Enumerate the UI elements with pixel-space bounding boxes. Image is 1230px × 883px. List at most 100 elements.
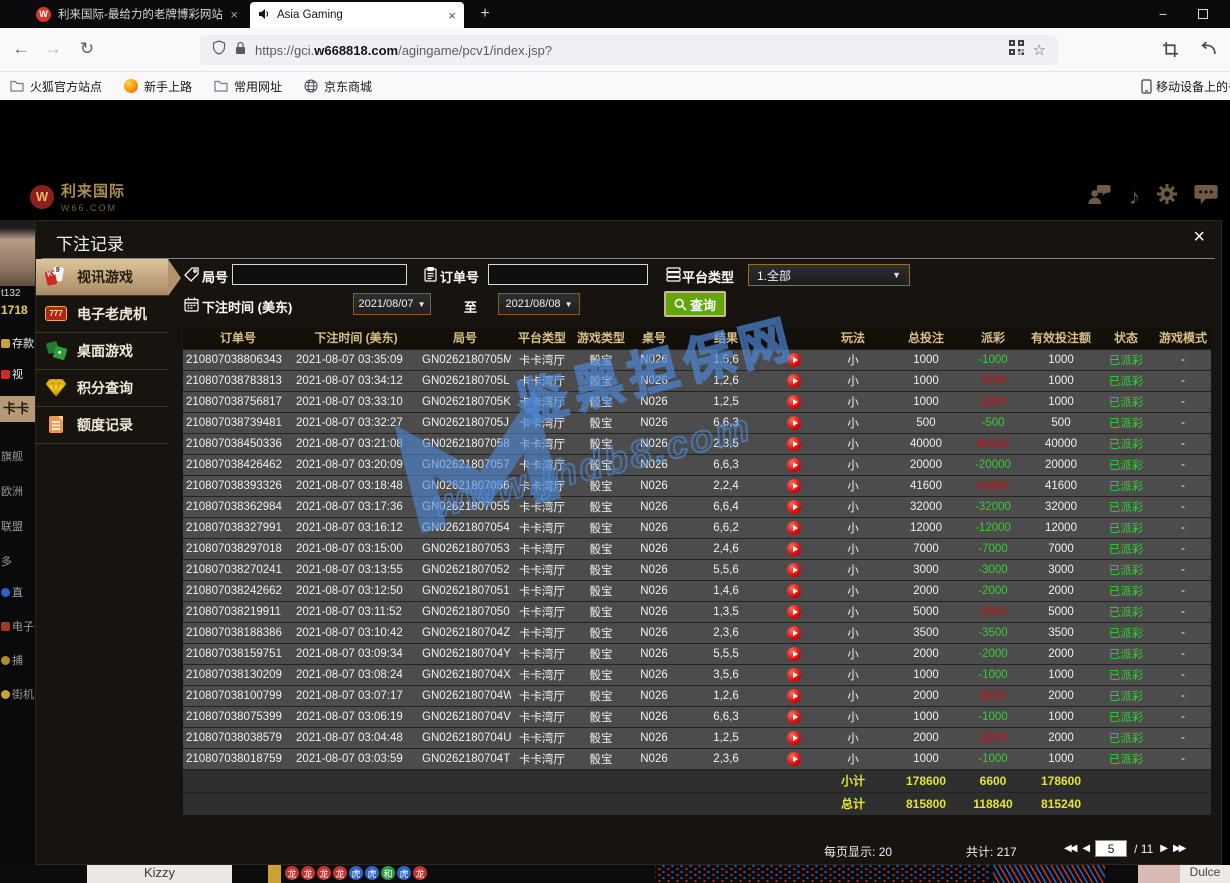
last-page-button[interactable]: ▶▶ bbox=[1173, 843, 1184, 854]
bet-table-header-row: 订单号下注时间 (美东)局号平台类型游戏类型桌号结果玩法总投注派彩有效投注额状态… bbox=[183, 327, 1211, 349]
replay-video-button[interactable] bbox=[787, 626, 801, 640]
cell-time: 2021-08-07 03:32:27 bbox=[293, 412, 419, 433]
header-icon-group: ♪ bbox=[1088, 184, 1218, 209]
chevron-down-icon: ▼ bbox=[892, 270, 901, 280]
slot-icon bbox=[1, 622, 10, 631]
replay-video-button[interactable] bbox=[787, 353, 801, 367]
column-header: 平台类型 bbox=[511, 327, 573, 349]
cell-game: 骰宝 bbox=[573, 538, 629, 559]
replay-video-button[interactable] bbox=[787, 416, 801, 430]
table-row: 2108070387568172021-08-07 03:33:10GN0262… bbox=[183, 391, 1211, 412]
sidebar-item-slots[interactable]: 777 电子老虎机 bbox=[36, 296, 168, 333]
table-row: 2108070381302092021-08-07 03:08:24GN0262… bbox=[183, 664, 1211, 685]
replay-video-button[interactable] bbox=[787, 710, 801, 724]
folder-icon bbox=[10, 80, 24, 92]
replay-video-button[interactable] bbox=[787, 668, 801, 682]
page-number-input[interactable] bbox=[1095, 840, 1127, 857]
cell-method: 小 bbox=[815, 706, 891, 727]
total-bet: 815800 bbox=[891, 792, 961, 815]
column-header: 派彩 bbox=[961, 327, 1025, 349]
previous-page-button[interactable]: ◀ bbox=[1082, 843, 1088, 854]
cell-mode: - bbox=[1155, 433, 1211, 454]
cell-method: 小 bbox=[815, 580, 891, 601]
replay-video-button[interactable] bbox=[787, 605, 801, 619]
undo-arrow-icon[interactable] bbox=[1200, 41, 1217, 61]
replay-video-button[interactable] bbox=[787, 752, 801, 766]
sidebar-item-live-games[interactable]: 9K♥ 视讯游戏 bbox=[36, 259, 168, 296]
replay-video-button[interactable] bbox=[787, 647, 801, 661]
bookmark-getting-started[interactable]: 新手上路 bbox=[124, 78, 192, 95]
cell-game: 骰宝 bbox=[573, 370, 629, 391]
replay-video-button[interactable] bbox=[787, 563, 801, 577]
replay-video-button[interactable] bbox=[787, 395, 801, 409]
search-button[interactable]: 查询 bbox=[664, 291, 726, 317]
sidebar-item-points-query[interactable]: 积分查询 bbox=[36, 370, 168, 407]
bookmark-star-icon[interactable]: ☆ bbox=[1033, 41, 1046, 59]
cell-table: N026 bbox=[629, 538, 679, 559]
cell-payout: -3500 bbox=[961, 622, 1025, 643]
cell-result: 1,3,5 bbox=[679, 601, 773, 622]
cell-bet: 32000 bbox=[891, 496, 961, 517]
sidebar-item-table-games[interactable]: 桌面游戏 bbox=[36, 333, 168, 370]
cell-table: N026 bbox=[629, 706, 679, 727]
bookmark-common-sites[interactable]: 常用网址 bbox=[214, 78, 282, 95]
round-id-input[interactable] bbox=[232, 264, 407, 285]
bead-road-pattern bbox=[655, 865, 990, 883]
tab-close-icon[interactable]: × bbox=[230, 7, 238, 22]
lock-icon[interactable] bbox=[235, 41, 246, 60]
cell-play bbox=[773, 349, 815, 370]
replay-video-button[interactable] bbox=[787, 458, 801, 472]
platform-type-select[interactable]: 1.全部 ▼ bbox=[748, 264, 910, 286]
mobile-bookmarks-item[interactable]: 移动设备上的书 bbox=[1141, 78, 1230, 95]
replay-video-button[interactable] bbox=[787, 542, 801, 556]
subtotal-bet: 178600 bbox=[891, 769, 961, 792]
table-row: 2108070382199112021-08-07 03:11:52GN0262… bbox=[183, 601, 1211, 622]
tab-asia-gaming[interactable]: Asia Gaming × bbox=[250, 2, 464, 28]
date-from-select[interactable]: 2021/08/07 ▼ bbox=[353, 293, 431, 315]
screenshot-crop-icon[interactable] bbox=[1162, 41, 1179, 63]
date-to-select[interactable]: 2021/08/08 ▼ bbox=[498, 293, 580, 315]
gear-icon[interactable] bbox=[1157, 184, 1177, 209]
cell-platform: 卡卡湾厅 bbox=[511, 391, 573, 412]
customer-service-icon[interactable] bbox=[1088, 185, 1112, 209]
cell-bet: 1000 bbox=[891, 349, 961, 370]
replay-video-button[interactable] bbox=[787, 437, 801, 451]
gold-marker bbox=[268, 865, 281, 883]
replay-video-button[interactable] bbox=[787, 689, 801, 703]
cell-order: 210807038297018 bbox=[183, 538, 293, 559]
first-page-button[interactable]: ◀◀ bbox=[1064, 843, 1075, 854]
order-id-input[interactable] bbox=[488, 264, 648, 285]
replay-video-button[interactable] bbox=[787, 521, 801, 535]
dealer-name-left: Kizzy bbox=[87, 865, 232, 883]
shield-icon[interactable] bbox=[212, 40, 226, 60]
qr-code-icon[interactable] bbox=[1009, 40, 1024, 60]
sidebar-item-quota-records[interactable]: 额度记录 bbox=[36, 407, 168, 444]
url-bar[interactable]: https://gci.w668818.com/agingame/pcv1/in… bbox=[200, 35, 1058, 65]
replay-video-button[interactable] bbox=[787, 479, 801, 493]
music-icon[interactable]: ♪ bbox=[1129, 187, 1140, 207]
replay-video-button[interactable] bbox=[787, 374, 801, 388]
replay-video-button[interactable] bbox=[787, 500, 801, 514]
next-page-button[interactable]: ▶ bbox=[1160, 843, 1166, 854]
url-text: https://gci.w668818.com/agingame/pcv1/in… bbox=[255, 43, 1000, 58]
roadmap-bead: 龙 bbox=[333, 866, 347, 880]
bookmark-firefox-official[interactable]: 火狐官方站点 bbox=[10, 78, 102, 95]
reload-button[interactable]: ↻ bbox=[74, 39, 100, 59]
cell-game: 骰宝 bbox=[573, 559, 629, 580]
cell-mode: - bbox=[1155, 370, 1211, 391]
cell-time: 2021-08-07 03:06:19 bbox=[293, 706, 419, 727]
forward-button[interactable]: → bbox=[40, 39, 66, 59]
tab-close-icon[interactable]: × bbox=[448, 8, 456, 23]
replay-video-button[interactable] bbox=[787, 731, 801, 745]
replay-video-button[interactable] bbox=[787, 584, 801, 598]
back-button[interactable]: ← bbox=[8, 39, 34, 59]
window-minimize-button[interactable]: − bbox=[1146, 0, 1180, 28]
new-tab-button[interactable]: + bbox=[474, 3, 496, 25]
chat-bubble-icon[interactable] bbox=[1194, 185, 1218, 209]
cell-payout: -12000 bbox=[961, 517, 1025, 538]
window-maximize-button[interactable] bbox=[1186, 0, 1220, 28]
close-icon[interactable]: × bbox=[1193, 226, 1205, 249]
bookmark-jd-mall[interactable]: 京东商城 bbox=[304, 78, 372, 95]
cell-time: 2021-08-07 03:11:52 bbox=[293, 601, 419, 622]
tab-lilai[interactable]: W 利来国际-最给力的老牌博彩网站 × bbox=[28, 0, 246, 28]
